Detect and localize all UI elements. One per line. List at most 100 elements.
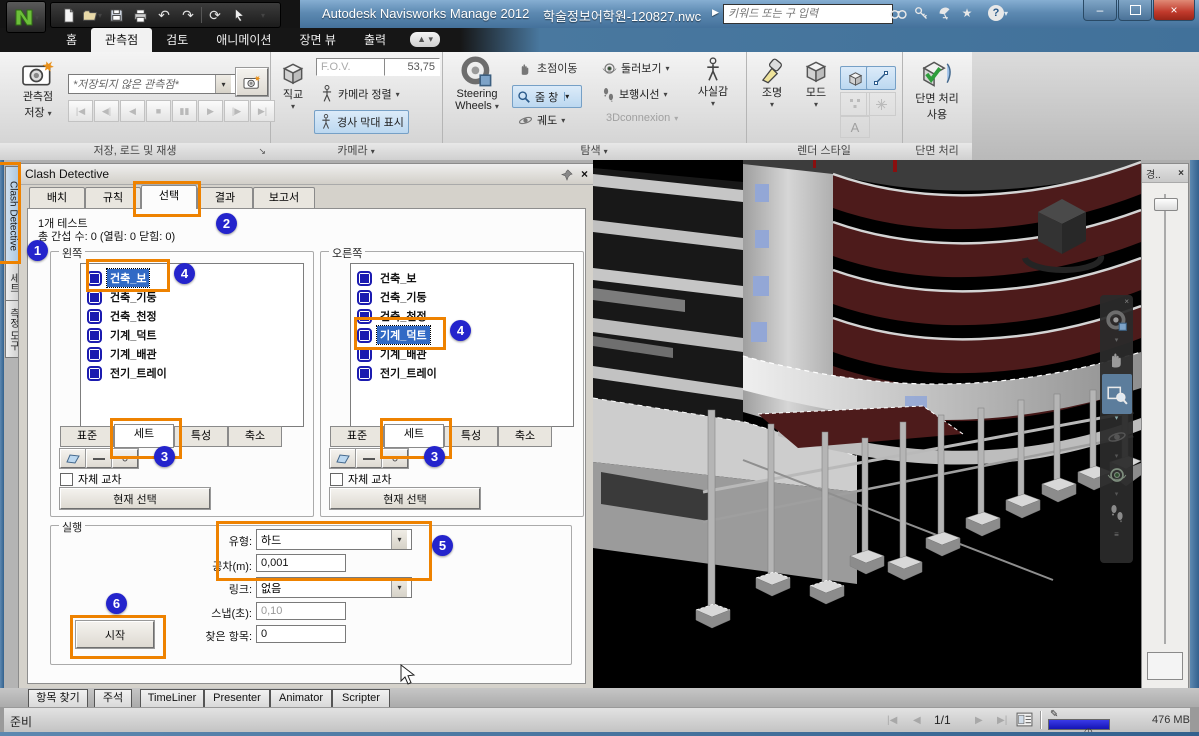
playback-play-button[interactable]: ▶: [198, 100, 223, 122]
left-tab-sets[interactable]: 세트: [114, 424, 174, 448]
mode-button[interactable]: 모드▾: [796, 58, 836, 109]
minimize-button[interactable]: –: [1083, 0, 1117, 21]
open-button[interactable]: ▾: [81, 5, 103, 25]
tab-sceneview[interactable]: 장면 뷰: [285, 28, 349, 52]
favorites-star-icon[interactable]: ★: [957, 3, 977, 23]
tolerance-field[interactable]: 0,001: [256, 554, 346, 572]
tab-review[interactable]: 검토: [152, 28, 202, 52]
select-button[interactable]: [228, 5, 250, 25]
playback-first-button[interactable]: |◀: [68, 100, 93, 122]
next-sheet-button[interactable]: ▶: [975, 715, 983, 726]
clash-tab-select[interactable]: 선택: [141, 185, 197, 209]
list-item[interactable]: 전기_트레이: [357, 364, 440, 382]
close-button[interactable]: ×: [1153, 0, 1195, 21]
zoom-window-icon[interactable]: [1102, 374, 1132, 414]
maximize-button[interactable]: [1118, 0, 1152, 21]
pin-icon[interactable]: [561, 167, 573, 181]
step-field[interactable]: 0,10: [256, 602, 346, 620]
right-current-selection-button[interactable]: 현재 선택: [330, 488, 480, 509]
clash-close-icon[interactable]: ×: [581, 167, 588, 181]
right-surfaces-button[interactable]: [330, 449, 356, 468]
right-tab-properties[interactable]: 특성: [444, 426, 498, 447]
ortho-button[interactable]: 직교▾: [276, 60, 310, 111]
right-self-intersect-checkbox[interactable]: [330, 473, 343, 486]
list-item[interactable]: 건축_보: [357, 269, 419, 287]
type-combo[interactable]: 하드▾: [256, 529, 412, 550]
bottomtab-animator[interactable]: Animator: [270, 689, 332, 708]
edit-viewpoint-button[interactable]: [236, 68, 268, 96]
communication-center-icon[interactable]: [934, 3, 954, 23]
right-selection-list[interactable]: 건축_보 건축_기둥 건축_천정 기계_덕트 기계_배관 전기_트레이: [350, 263, 574, 427]
tilt-bar-toggle[interactable]: 경사 막대 표시: [314, 110, 409, 134]
new-button[interactable]: [57, 5, 79, 25]
tab-animation[interactable]: 애니메이션: [202, 28, 285, 52]
viewpoint-combo[interactable]: *저장되지 않은 관측점* ▾: [68, 74, 236, 94]
walk-icon[interactable]: [1103, 498, 1131, 528]
left-tab-standard[interactable]: 표준: [60, 426, 114, 447]
tab-output[interactable]: 출력: [350, 28, 400, 52]
lines-toggle[interactable]: [866, 66, 896, 90]
print-button[interactable]: [129, 5, 151, 25]
list-item[interactable]: 건축_천정: [357, 307, 430, 325]
start-button[interactable]: 시작: [76, 621, 154, 648]
bottomtab-timeliner[interactable]: TimeLiner: [140, 689, 204, 708]
tab-viewpoint[interactable]: 관측점: [91, 28, 152, 52]
playback-stepback-button[interactable]: ◀|: [94, 100, 119, 122]
right-tab-compact[interactable]: 축소: [498, 426, 552, 447]
search-icon[interactable]: [888, 3, 908, 23]
enable-sectioning-button[interactable]: 단면 처리 사용: [906, 58, 968, 122]
playback-reverse-button[interactable]: ◀: [120, 100, 145, 122]
tab-home[interactable]: 홈: [52, 28, 91, 52]
clash-tab-results[interactable]: 결과: [197, 187, 253, 209]
help-button[interactable]: ? ▾: [985, 3, 1011, 23]
save-button[interactable]: [105, 5, 127, 25]
last-sheet-button[interactable]: ▶|: [997, 715, 1007, 726]
list-item[interactable]: 건축_천정: [87, 307, 160, 325]
orbit-button[interactable]: 궤도▾: [514, 111, 569, 129]
list-item[interactable]: 건축_기둥: [357, 288, 430, 306]
left-points-button[interactable]: [112, 449, 138, 468]
clash-panel-header[interactable]: Clash Detective ×: [19, 164, 594, 185]
redo-button[interactable]: ↷: [177, 5, 199, 25]
left-self-intersect-checkbox[interactable]: [60, 473, 73, 486]
found-field[interactable]: 0: [256, 625, 346, 643]
refresh-button[interactable]: ⟳: [204, 5, 226, 25]
navbar-expand-icon[interactable]: ≡: [1114, 530, 1119, 539]
left-lines-button[interactable]: [86, 449, 112, 468]
fov-value-field[interactable]: 53,75: [384, 58, 440, 76]
first-sheet-button[interactable]: |◀: [887, 715, 897, 726]
prev-sheet-button[interactable]: ◀: [913, 715, 921, 726]
right-tab-sets[interactable]: 세트: [384, 424, 444, 448]
walk-button[interactable]: 보행시선▾: [598, 85, 672, 103]
sheet-browser-button[interactable]: [1016, 712, 1033, 727]
text-toggle[interactable]: A: [840, 116, 870, 138]
list-item[interactable]: 기계_배관: [87, 345, 160, 363]
tilt-panel-header[interactable]: 경.. ×: [1142, 164, 1188, 183]
lighting-button[interactable]: 조명▾: [752, 58, 792, 109]
bottomtab-find-items[interactable]: 항목 찾기: [28, 689, 88, 708]
look-around-button[interactable]: 둘러보기▾: [598, 59, 674, 77]
combo-arrow-icon[interactable]: ▾: [215, 75, 231, 93]
search-input[interactable]: [723, 4, 893, 24]
ribbon-collapse-button[interactable]: ▲ ▾: [410, 32, 440, 47]
left-current-selection-button[interactable]: 현재 선택: [60, 488, 210, 509]
playback-pause-button[interactable]: ▮▮: [172, 100, 197, 122]
clash-tab-report[interactable]: 보고서: [253, 187, 315, 209]
left-tab-properties[interactable]: 특성: [174, 426, 228, 447]
undo-button[interactable]: ↶: [153, 5, 175, 25]
bottomtab-presenter[interactable]: Presenter: [204, 689, 270, 708]
snappoints-toggle[interactable]: [866, 92, 896, 116]
qat-dropdown-icon[interactable]: ▾: [252, 5, 274, 25]
list-item[interactable]: 기계_덕트: [87, 326, 160, 344]
bottomtab-comments[interactable]: 주석: [94, 689, 132, 708]
look-around-icon[interactable]: [1103, 460, 1131, 490]
zoom-window-button[interactable]: 줌 창 ▾: [512, 85, 582, 108]
dialog-launcher-icon[interactable]: ↘: [258, 143, 266, 159]
tilt-panel-close-icon[interactable]: ×: [1178, 168, 1184, 179]
pan-button[interactable]: 초점이동: [514, 59, 581, 77]
list-item[interactable]: 기계_배관: [357, 345, 430, 363]
pan-hand-icon[interactable]: [1103, 344, 1131, 374]
steering-wheel-icon[interactable]: [1103, 306, 1131, 336]
navbar-close-icon[interactable]: ×: [1124, 297, 1129, 306]
left-surfaces-button[interactable]: [60, 449, 86, 468]
